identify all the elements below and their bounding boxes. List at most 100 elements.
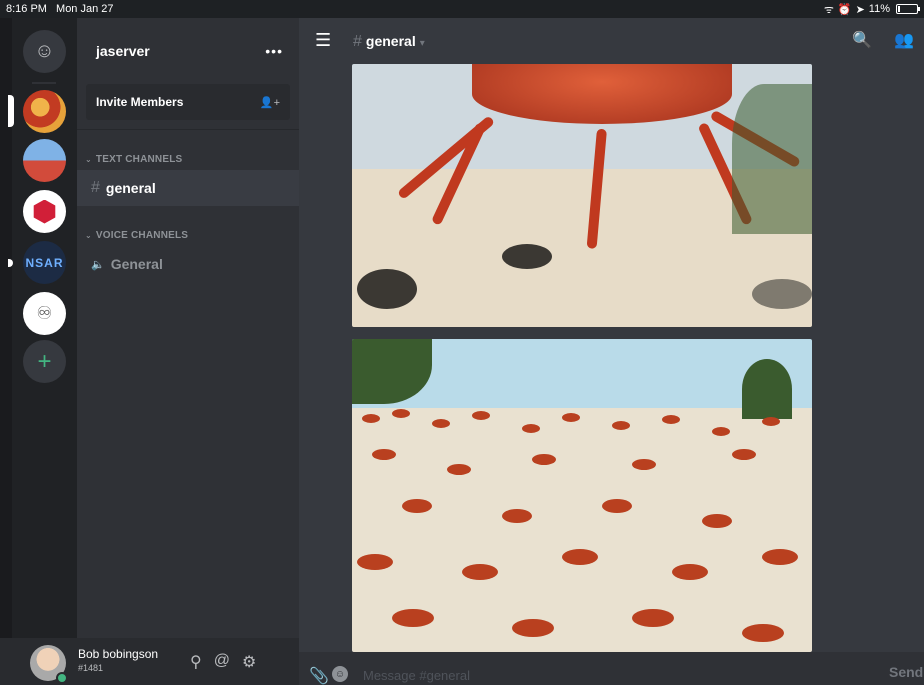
crab-mark	[462, 564, 498, 580]
guild-d20-icon[interactable]	[23, 190, 66, 233]
crab-mark	[432, 419, 450, 428]
sidebar-divider	[77, 129, 299, 130]
add-server-button[interactable]: +	[23, 340, 66, 383]
crab-mark	[562, 549, 598, 565]
crab-mark	[712, 427, 730, 436]
rock-illustration	[502, 244, 552, 269]
online-status-dot	[56, 672, 68, 684]
category-text-channels[interactable]: ⌄ TEXT CHANNELS	[77, 150, 299, 168]
status-left: 8:16 PM Mon Jan 27	[6, 3, 120, 15]
crab-mark	[612, 421, 630, 430]
palm-illustration	[742, 359, 792, 419]
crab-mark	[732, 449, 756, 460]
user-panel: Bob bobingson #1481 ⚲ @ ⚙	[0, 638, 299, 685]
guild-pizza-icon[interactable]	[23, 90, 66, 133]
crab-mark	[502, 509, 532, 523]
crab-leg	[586, 128, 607, 249]
more-icon[interactable]: •••	[265, 43, 283, 59]
add-user-icon: 👤+	[259, 96, 280, 109]
invite-members-label: Invite Members	[96, 95, 184, 109]
server-header[interactable]: jaserver •••	[77, 18, 299, 84]
invite-members-button[interactable]: Invite Members 👤+	[86, 84, 290, 120]
send-button[interactable]: Send	[889, 664, 923, 680]
user-info: Bob bobingson #1481	[78, 647, 158, 673]
guild-gamer-icon[interactable]	[23, 139, 66, 182]
crab-mark	[632, 459, 656, 470]
channel-title-text: general	[365, 33, 416, 49]
search-user-icon[interactable]: ⚲	[190, 652, 202, 672]
category-voice-label: VOICE CHANNELS	[95, 229, 189, 241]
chevron-down-icon: ▾	[419, 38, 425, 49]
hamburger-menu-icon[interactable]: ☰	[315, 30, 331, 51]
crab-mark	[762, 549, 798, 565]
wifi-icon: ᯤ	[823, 3, 834, 16]
message-list[interactable]	[299, 64, 924, 652]
crab-mark	[602, 499, 632, 513]
main-area: ☰ # general ▾ 🔍 👥 📎 ☺ Message #general S…	[299, 18, 924, 685]
message-composer: 📎 ☺ Send	[299, 652, 924, 685]
crab-mark	[392, 409, 410, 418]
crab-mark	[357, 554, 393, 570]
active-guild-pill	[8, 95, 14, 127]
hash-icon: #	[353, 33, 362, 50]
crab-mark	[702, 514, 732, 528]
status-date: Mon Jan 27	[56, 3, 114, 15]
gear-icon[interactable]: ⚙	[242, 652, 256, 672]
alarm-icon: ⏰	[837, 3, 852, 16]
channel-item-general[interactable]: # general	[77, 170, 299, 206]
message-image-crab[interactable]	[352, 64, 812, 327]
category-text-label: TEXT CHANNELS	[95, 153, 183, 165]
channel-sidebar: jaserver ••• Invite Members 👤+ ⌄ TEXT CH…	[77, 18, 299, 638]
status-right: ᯤ ⏰ ➤ 11%	[823, 2, 920, 17]
crab-mark	[762, 417, 780, 426]
crab-mark	[372, 449, 396, 460]
status-bar: 8:16 PM Mon Jan 27 ᯤ ⏰ ➤ 11%	[0, 0, 924, 18]
chevron-down-icon: ⌄	[85, 230, 92, 240]
crab-mark	[522, 424, 540, 433]
message-input[interactable]	[363, 664, 863, 685]
category-voice-channels[interactable]: ⌄ VOICE CHANNELS	[77, 226, 299, 244]
members-icon[interactable]: 👥	[894, 30, 914, 50]
user-discriminator: #1481	[78, 663, 104, 673]
crab-mark	[392, 609, 434, 627]
battery-icon	[896, 4, 920, 14]
message-image-crab-swarm[interactable]	[352, 339, 812, 652]
search-icon[interactable]: 🔍	[852, 30, 872, 50]
battery-percent: 11%	[868, 3, 890, 15]
crab-mark	[402, 499, 432, 513]
paperclip-icon[interactable]: 📎	[309, 666, 329, 685]
d20-die-icon	[33, 199, 56, 224]
voice-channel-name: General	[110, 256, 163, 272]
channel-title[interactable]: # general ▾	[353, 33, 425, 51]
chevron-down-icon: ⌄	[85, 154, 92, 164]
crab-mark	[532, 454, 556, 465]
guild-logo-icon[interactable]: ♾	[23, 292, 66, 335]
crab-mark	[562, 413, 580, 422]
status-time: 8:16 PM	[6, 3, 47, 15]
mention-icon[interactable]: @	[214, 652, 230, 672]
channel-name: general	[105, 180, 156, 196]
guild-nsar-icon[interactable]: NSAR	[23, 241, 66, 284]
user-panel-icons: ⚲ @ ⚙	[190, 652, 256, 672]
hash-icon: #	[91, 179, 100, 196]
channel-header: ☰ # general ▾ 🔍 👥	[299, 18, 924, 64]
crab-mark	[472, 411, 490, 420]
direct-messages-icon[interactable]: ☺	[23, 30, 66, 73]
crab-mark	[672, 564, 708, 580]
rock-illustration	[357, 269, 417, 309]
location-icon: ➤	[855, 3, 865, 16]
crab-mark	[362, 414, 380, 423]
server-name: jaserver	[96, 43, 150, 59]
rock-illustration	[752, 279, 812, 309]
palm-illustration	[352, 339, 432, 404]
crab-leg	[430, 121, 487, 226]
palm-illustration	[732, 84, 812, 234]
crab-mark	[742, 624, 784, 642]
rail-divider	[32, 82, 56, 84]
crab-mark	[662, 415, 680, 424]
crab-mark	[512, 619, 554, 637]
voice-channel-general[interactable]: 🔈 General	[77, 246, 299, 282]
emoji-icon[interactable]: ☺	[332, 666, 348, 682]
crab-illustration	[472, 64, 732, 124]
speaker-icon: 🔈	[91, 258, 105, 271]
